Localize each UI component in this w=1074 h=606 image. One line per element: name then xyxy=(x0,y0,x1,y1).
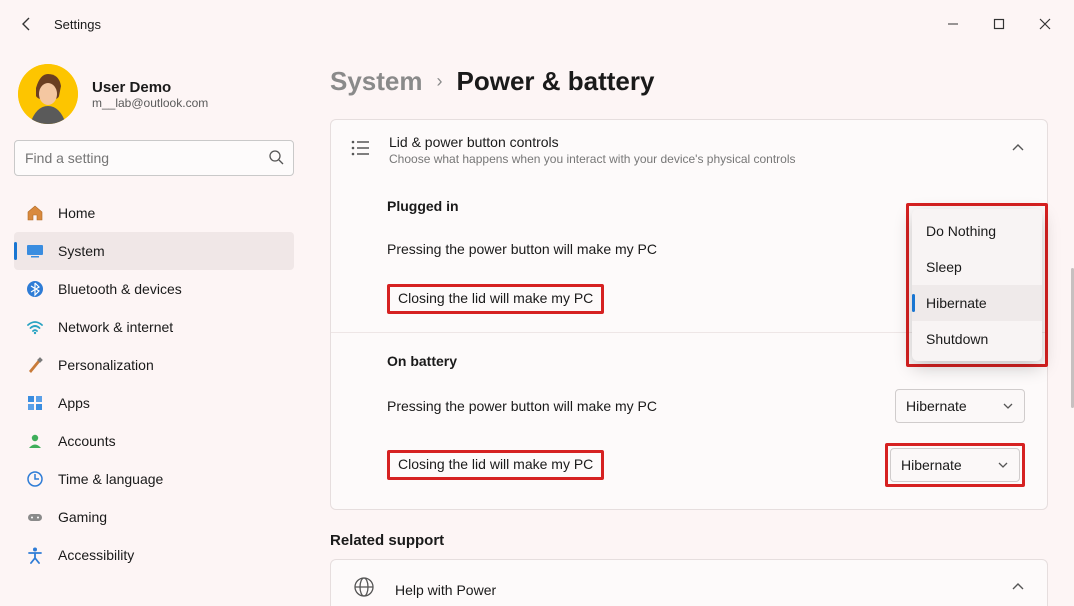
dropdown-option-hibernate[interactable]: Hibernate xyxy=(912,285,1042,321)
row-label: Closing the lid will make my PC xyxy=(398,456,593,472)
annotation-highlight: Closing the lid will make my PC xyxy=(387,284,604,314)
profile-block[interactable]: User Demo m__lab@outlook.com xyxy=(18,64,294,124)
sidebar-item-label: Accessibility xyxy=(58,547,134,563)
search-field[interactable] xyxy=(14,140,294,176)
card-subtitle: Choose what happens when you interact wi… xyxy=(389,152,796,166)
select-value: Hibernate xyxy=(906,398,967,414)
annotation-highlight: Closing the lid will make my PC xyxy=(387,450,604,480)
home-icon xyxy=(26,204,44,222)
back-arrow-icon xyxy=(19,16,35,32)
help-card-label: Help with Power xyxy=(395,582,496,598)
profile-name: User Demo xyxy=(92,79,208,96)
window-title: Settings xyxy=(54,17,101,32)
sidebar-item-network[interactable]: Network & internet xyxy=(14,308,294,346)
battery-lid-row: Closing the lid will make my PC Hibernat… xyxy=(331,433,1047,497)
globe-icon xyxy=(353,576,375,603)
sidebar-item-personalization[interactable]: Personalization xyxy=(14,346,294,384)
sidebar-item-accessibility[interactable]: Accessibility xyxy=(14,536,294,574)
page-title: Power & battery xyxy=(457,66,655,97)
sidebar-item-system[interactable]: System xyxy=(14,232,294,270)
chevron-right-icon: › xyxy=(437,71,443,92)
sidebar: User Demo m__lab@outlook.com Home System… xyxy=(0,48,308,606)
card-title: Lid & power button controls xyxy=(389,134,796,150)
bluetooth-icon xyxy=(26,280,44,298)
select-value: Hibernate xyxy=(901,457,962,473)
profile-email: m__lab@outlook.com xyxy=(92,96,208,110)
sidebar-item-apps[interactable]: Apps xyxy=(14,384,294,422)
annotation-highlight: Do Nothing Sleep Hibernate Shutdown xyxy=(906,203,1048,367)
gamepad-icon xyxy=(26,508,44,526)
battery-power-select[interactable]: Hibernate xyxy=(895,389,1025,423)
sidebar-item-time[interactable]: Time & language xyxy=(14,460,294,498)
person-icon xyxy=(26,432,44,450)
chevron-down-icon xyxy=(1002,400,1014,412)
sidebar-item-label: Time & language xyxy=(58,471,163,487)
sidebar-item-label: Home xyxy=(58,205,95,221)
apps-icon xyxy=(26,394,44,412)
row-label: Closing the lid will make my PC xyxy=(398,290,593,306)
battery-lid-select[interactable]: Hibernate xyxy=(890,448,1020,482)
row-label: Pressing the power button will make my P… xyxy=(387,398,657,414)
sidebar-item-label: Bluetooth & devices xyxy=(58,281,182,297)
breadcrumb: System › Power & battery xyxy=(330,66,1048,97)
battery-power-row: Pressing the power button will make my P… xyxy=(331,379,1047,433)
dropdown-option-sleep[interactable]: Sleep xyxy=(912,249,1042,285)
sidebar-item-label: Network & internet xyxy=(58,319,173,335)
nav-list: Home System Bluetooth & devices Network … xyxy=(14,194,294,574)
sidebar-item-label: System xyxy=(58,243,105,259)
search-input[interactable] xyxy=(14,140,294,176)
dropdown-option-do-nothing[interactable]: Do Nothing xyxy=(912,213,1042,249)
globe-clock-icon xyxy=(26,470,44,488)
search-icon xyxy=(268,149,284,170)
breadcrumb-parent[interactable]: System xyxy=(330,66,423,97)
sidebar-item-bluetooth[interactable]: Bluetooth & devices xyxy=(14,270,294,308)
dropdown-option-shutdown[interactable]: Shutdown xyxy=(912,321,1042,357)
sidebar-item-label: Personalization xyxy=(58,357,154,373)
main-content: System › Power & battery Lid & power but… xyxy=(308,48,1074,606)
sidebar-item-label: Gaming xyxy=(58,509,107,525)
back-button[interactable] xyxy=(6,4,48,44)
sidebar-item-label: Accounts xyxy=(58,433,116,449)
sidebar-item-accounts[interactable]: Accounts xyxy=(14,422,294,460)
sidebar-item-home[interactable]: Home xyxy=(14,194,294,232)
sidebar-item-gaming[interactable]: Gaming xyxy=(14,498,294,536)
row-label: Pressing the power button will make my P… xyxy=(387,241,657,257)
chevron-down-icon xyxy=(1011,580,1025,599)
sidebar-item-label: Apps xyxy=(58,395,90,411)
related-support-heading: Related support xyxy=(330,532,1048,549)
list-icon xyxy=(349,137,371,164)
chevron-up-icon[interactable] xyxy=(1011,141,1025,160)
avatar xyxy=(18,64,78,124)
close-button[interactable] xyxy=(1022,4,1068,44)
titlebar: Settings xyxy=(0,0,1074,48)
accessibility-icon xyxy=(26,546,44,564)
card-header[interactable]: Lid & power button controls Choose what … xyxy=(331,120,1047,180)
brush-icon xyxy=(26,356,44,374)
help-with-power-card[interactable]: Help with Power xyxy=(330,559,1048,606)
wifi-icon xyxy=(26,318,44,336)
window-controls xyxy=(930,4,1068,44)
annotation-highlight: Hibernate xyxy=(885,443,1025,487)
maximize-button[interactable] xyxy=(976,4,1022,44)
minimize-button[interactable] xyxy=(930,4,976,44)
lid-action-dropdown: Do Nothing Sleep Hibernate Shutdown xyxy=(912,209,1042,361)
system-icon xyxy=(26,242,44,260)
chevron-down-icon xyxy=(997,459,1009,471)
